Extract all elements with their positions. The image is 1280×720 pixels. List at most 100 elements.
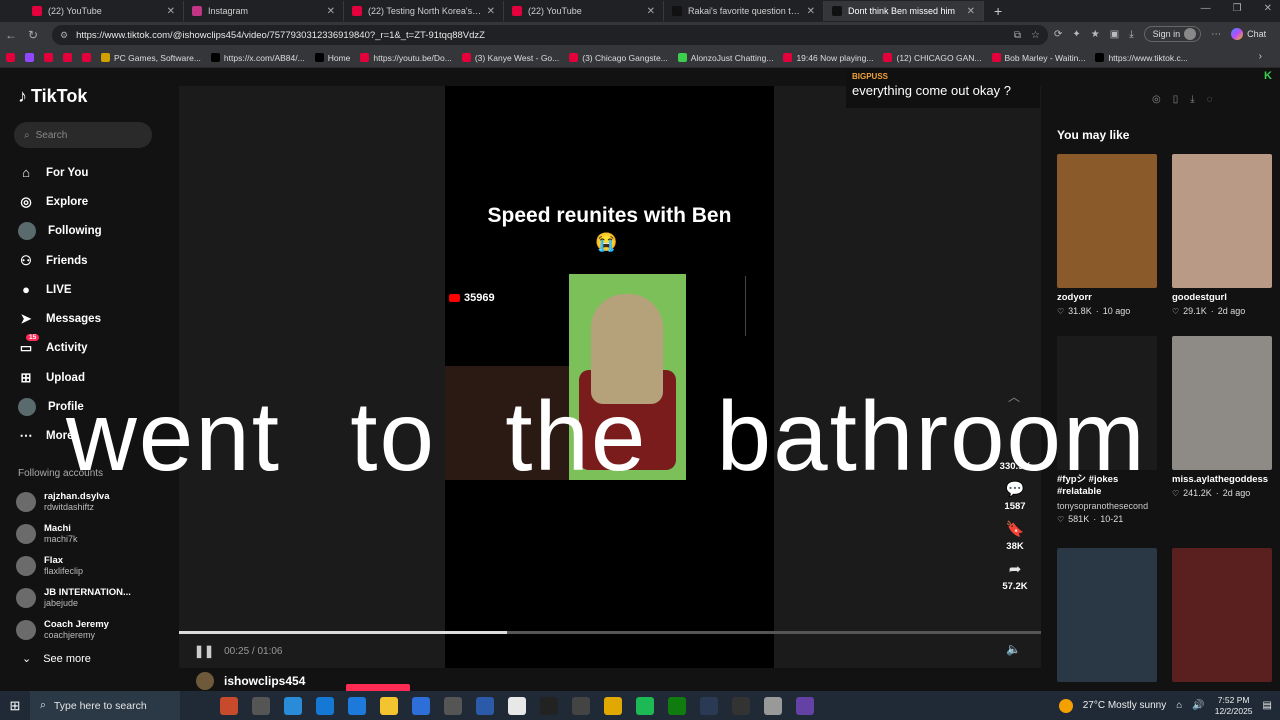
bookmark-item[interactable]: (12) CHICAGO GAN...	[883, 53, 982, 63]
sidebar-item-messages[interactable]: ➤ Messages	[18, 304, 102, 333]
tiktok-logo[interactable]: ♪ TikTok	[18, 86, 87, 107]
signin-button[interactable]: Sign in	[1143, 26, 1202, 42]
browser-tab[interactable]: (22) Testing North Korea's illegal ✕	[344, 1, 504, 21]
tab-close-icon[interactable]: ✕	[967, 6, 975, 17]
taskbar-app-icon[interactable]	[252, 696, 270, 715]
taskbar-app-icon[interactable]	[604, 696, 622, 715]
taskbar-app-icon[interactable]	[764, 696, 782, 715]
tab-close-icon[interactable]: ✕	[327, 6, 335, 17]
clock[interactable]: 7:52 PM 12/2/2025	[1215, 695, 1253, 717]
browser-tab[interactable]: Instagram ✕	[184, 1, 344, 21]
url-bar[interactable]: ⚙ https://www.tiktok.com/@ishowclips454/…	[52, 25, 1048, 45]
bookmark-item[interactable]	[82, 53, 91, 62]
video-frame[interactable]: Speed reunites with Ben 😭 35969	[445, 86, 774, 668]
suggestion-card[interactable]: goodestgurl ♡ 29.1K · 2d ago	[1172, 154, 1272, 316]
taskbar-app-icon[interactable]	[796, 696, 814, 715]
bookmark-item[interactable]: https://x.com/AB84/...	[210, 53, 305, 63]
site-info-icon[interactable]: ⚙	[60, 30, 68, 41]
sidebar-item-following[interactable]: Following	[18, 217, 102, 246]
install-app-icon[interactable]: ⧉	[1014, 30, 1021, 41]
reload-icon[interactable]: ↻	[22, 28, 44, 42]
tab-close-icon[interactable]: ✕	[167, 6, 175, 17]
following-account[interactable]: Machi machi7k	[16, 518, 131, 550]
bookmark-item[interactable]: https://www.tiktok.c...	[1095, 53, 1188, 63]
tab-close-icon[interactable]: ✕	[807, 6, 815, 17]
bookmark-item[interactable]	[63, 53, 72, 62]
bookmarks-overflow-icon[interactable]: ›	[1259, 51, 1262, 62]
bookmark-item[interactable]	[44, 53, 53, 62]
volume-tray-icon[interactable]: 🔊	[1192, 700, 1204, 711]
bookmark-item[interactable]: (3) Kanye West - Go...	[461, 53, 559, 63]
minimize-icon[interactable]: —	[1201, 3, 1211, 14]
taskbar-app-icon[interactable]	[348, 696, 366, 715]
network-icon[interactable]: ⌂	[1176, 700, 1182, 711]
bookmark-item[interactable]: PC Games, Software...	[101, 53, 201, 63]
download-small-icon[interactable]: ⤓	[1190, 94, 1194, 105]
taskbar-app-icon[interactable]	[572, 696, 590, 715]
video-player[interactable]: Speed reunites with Ben 😭 35969	[179, 86, 1041, 668]
bookmark-item[interactable]: https://youtu.be/Do...	[360, 53, 452, 63]
close-icon[interactable]: ✕	[1264, 3, 1272, 14]
collections-icon[interactable]: ▣	[1110, 29, 1119, 40]
taskbar-app-icon[interactable]	[636, 696, 654, 715]
weather-text[interactable]: 27°C Mostly sunny	[1083, 700, 1166, 711]
following-account[interactable]: Coach Jeremy coachjeremy	[16, 614, 131, 646]
suggestion-card[interactable]	[1057, 548, 1157, 682]
taskbar-app-icon[interactable]	[540, 696, 558, 715]
browser-tab[interactable]: Rakai's favorite question to ask ✕	[664, 1, 824, 21]
taskbar-app-icon[interactable]	[316, 696, 334, 715]
following-account[interactable]: JB INTERNATION... jabejude	[16, 582, 131, 614]
notifications-icon[interactable]: ▤	[1263, 700, 1272, 711]
video-author[interactable]: ishowclips454	[196, 672, 305, 690]
sidebar-item-live[interactable]: ● LIVE	[18, 275, 102, 304]
kick-icon[interactable]: K	[1264, 70, 1272, 82]
back-icon[interactable]: ←	[0, 28, 22, 42]
new-tab-button[interactable]: +	[994, 3, 1002, 19]
taskbar-app-icon[interactable]	[732, 696, 750, 715]
taskbar-app-icon[interactable]	[444, 696, 462, 715]
bookmark-item[interactable]: (3) Chicago Gangste...	[569, 53, 668, 63]
extension-icon[interactable]: ✦	[1072, 29, 1080, 40]
taskbar-app-icon[interactable]	[508, 696, 526, 715]
sidebar-item-explore[interactable]: ◎ Explore	[18, 187, 102, 216]
refresh-ext-icon[interactable]: ⟳	[1054, 29, 1062, 40]
copilot-chat-button[interactable]: Chat	[1231, 28, 1266, 40]
menu-icon[interactable]: ⋯	[1211, 29, 1221, 40]
compass-small-icon[interactable]: ◎	[1152, 94, 1161, 105]
bookmark-item[interactable]: 19:46 Now playing...	[783, 53, 873, 63]
taskbar-app-icon[interactable]	[220, 696, 238, 715]
taskbar-search[interactable]: ⌕ Type here to search	[30, 691, 180, 720]
taskbar-app-icon[interactable]	[700, 696, 718, 715]
bookmark-item[interactable]	[6, 53, 15, 62]
maximize-icon[interactable]: ❐	[1233, 3, 1242, 14]
share-action[interactable]: ➦ 57.2K	[996, 560, 1034, 592]
volume-icon[interactable]: 🔈	[1006, 642, 1021, 656]
browser-tab[interactable]: (22) YouTube ✕	[24, 1, 184, 21]
suggestion-card[interactable]: miss.aylathegoddess ♡ 241.2K · 2d ago	[1172, 336, 1272, 498]
taskbar-app-icon[interactable]	[476, 696, 494, 715]
sidebar-item-friends[interactable]: ⚇ Friends	[18, 246, 102, 275]
search-input[interactable]: ⌕ Search	[14, 122, 152, 148]
following-account[interactable]: Flax flaxlifeclip	[16, 550, 131, 582]
tab-close-icon[interactable]: ✕	[487, 6, 495, 17]
browser-tab[interactable]: (22) YouTube ✕	[504, 1, 664, 21]
windows-start-icon[interactable]: ⊞	[0, 698, 30, 714]
taskbar-app-icon[interactable]	[668, 696, 686, 715]
bookmark-action[interactable]: 🔖 38K	[996, 520, 1034, 552]
bookmark-item[interactable]	[25, 53, 34, 62]
taskbar-app-icon[interactable]	[412, 696, 430, 715]
video-progress-bar[interactable]	[179, 631, 1041, 634]
download-icon[interactable]: ⤓	[1129, 29, 1133, 40]
taskbar-app-icon[interactable]	[380, 696, 398, 715]
bookmark-item[interactable]: AlonzoJust Chatting...	[677, 53, 773, 63]
bookmark-item[interactable]: Bob Marley - Waitin...	[991, 53, 1085, 63]
sidebar-item-for-you[interactable]: ⌂ For You	[18, 158, 102, 187]
bookmark-star-icon[interactable]: ☆	[1031, 30, 1040, 41]
tab-close-icon[interactable]: ✕	[647, 6, 655, 17]
pause-icon[interactable]: ❚❚	[194, 644, 214, 658]
taskbar-app-icon[interactable]	[284, 696, 302, 715]
sidebar-item-activity[interactable]: ▭ 15 Activity	[18, 334, 102, 363]
suggestion-card[interactable]	[1172, 548, 1272, 682]
see-more-button[interactable]: ⌄ See more	[22, 652, 91, 666]
phone-icon[interactable]: ▯	[1173, 94, 1179, 105]
